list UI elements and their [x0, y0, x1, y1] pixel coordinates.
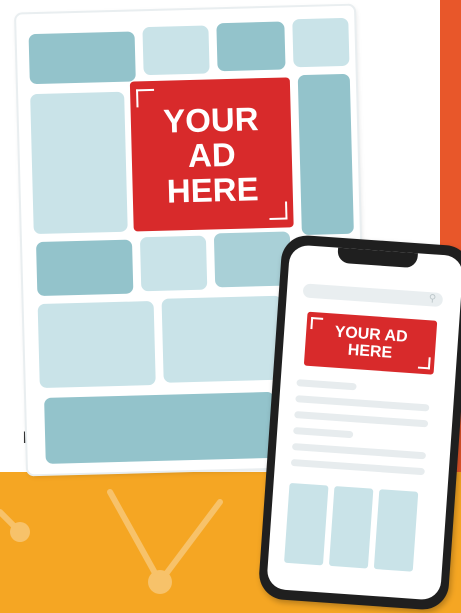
layout-block: [37, 301, 156, 389]
content-column: [284, 482, 329, 566]
corner-mark: [310, 316, 324, 330]
layout-block: [142, 25, 210, 76]
desktop-ad-text: YOUR AD HERE: [162, 99, 259, 210]
layout-block: [30, 91, 128, 235]
smartphone-mockup: ⚲ YOUR AD HERE: [257, 233, 461, 612]
layout-block: [161, 295, 284, 383]
text-line-placeholder: [293, 427, 354, 439]
layout-block: [216, 21, 286, 72]
mobile-ad-banner[interactable]: YOUR AD HERE: [303, 311, 438, 375]
mobile-ad-text: YOUR AD HERE: [334, 323, 409, 362]
text-line-placeholder: [290, 458, 425, 476]
layout-block: [297, 73, 354, 236]
text-line-placeholder: [291, 442, 427, 460]
layout-block: [28, 31, 136, 85]
text-line-placeholder: [294, 411, 429, 428]
corner-mark: [136, 88, 155, 108]
phone-notch: [337, 246, 419, 269]
text-line-placeholder: [295, 395, 430, 412]
search-icon: ⚲: [428, 293, 437, 305]
desktop-ad-banner[interactable]: YOUR AD HERE: [129, 77, 294, 232]
content-column: [373, 489, 419, 572]
text-line-placeholder: [296, 379, 357, 391]
search-bar[interactable]: ⚲: [302, 283, 444, 308]
phone-screen: ⚲ YOUR AD HERE: [266, 244, 461, 601]
layout-block: [139, 235, 208, 292]
content-column: [328, 486, 374, 569]
layout-block: [44, 391, 276, 464]
layout-block: [36, 239, 134, 297]
corner-mark: [269, 201, 288, 220]
layout-block: [292, 17, 350, 68]
corner-mark: [417, 356, 431, 370]
